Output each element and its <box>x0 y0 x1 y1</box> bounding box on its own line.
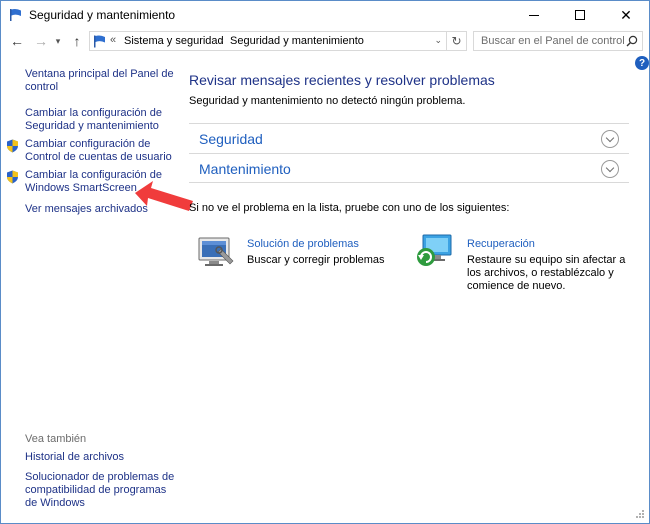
navigation-bar: ← → ▾ ↑ « Sistema y seguridad › Segurida… <box>1 29 649 53</box>
search-placeholder[interactable]: Buscar en el Panel de control <box>481 35 625 47</box>
breadcrumb-security-maintenance[interactable]: Seguridad y mantenimiento <box>230 35 364 47</box>
control-panel-window: Seguridad y mantenimiento ✕ ← → ▾ ↑ « Si… <box>0 0 650 524</box>
section-security[interactable]: Seguridad <box>189 123 629 153</box>
page-title: Revisar mensajes recientes y resolver pr… <box>189 72 495 88</box>
chevron-down-icon[interactable] <box>601 160 619 178</box>
search-icon[interactable] <box>626 35 638 47</box>
link-recovery[interactable]: Recuperación <box>467 238 535 250</box>
link-troubleshooting[interactable]: Solución de problemas <box>247 238 359 250</box>
link-control-panel-home[interactable]: Ventana principal del Panel de control <box>25 68 175 94</box>
recovery-description: Restaure su equipo sin afectar a los arc… <box>467 254 626 292</box>
address-history-chevron-icon[interactable]: ⌄ <box>434 35 442 46</box>
arrow-up-icon: ↑ <box>73 33 81 49</box>
link-change-security-settings[interactable]: Cambiar la configuración de Seguridad y … <box>25 107 175 133</box>
flag-icon <box>10 8 21 21</box>
maximize-button[interactable] <box>557 1 603 29</box>
resize-grip-icon[interactable] <box>635 509 645 519</box>
minimize-icon <box>529 14 539 16</box>
troubleshooting-icon[interactable] <box>197 235 237 271</box>
uac-shield-icon <box>7 170 18 184</box>
breadcrumb-system-security[interactable]: Sistema y seguridad <box>124 35 224 47</box>
link-file-history[interactable]: Historial de archivos <box>25 451 124 464</box>
section-security-label[interactable]: Seguridad <box>199 131 263 147</box>
close-button[interactable]: ✕ <box>603 1 649 29</box>
red-arrow-icon <box>135 181 193 211</box>
refresh-icon: ↻ <box>451 34 462 48</box>
recent-locations-button[interactable]: ▾ <box>51 31 65 51</box>
address-overflow[interactable]: « <box>110 34 116 46</box>
forward-button[interactable]: → <box>31 31 51 51</box>
troubleshooting-description: Buscar y corregir problemas <box>247 254 385 266</box>
sidebar: Ventana principal del Panel de control C… <box>1 57 181 524</box>
chevron-down-icon: ▾ <box>55 35 61 46</box>
help-button[interactable]: ? <box>635 56 649 70</box>
arrow-left-icon: ← <box>10 33 24 49</box>
minimize-button[interactable] <box>511 1 557 29</box>
close-icon: ✕ <box>620 6 632 23</box>
suggestion-text: Si no ve el problema en la lista, pruebe… <box>189 202 510 214</box>
recovery-icon[interactable] <box>415 233 455 269</box>
chevron-right-icon[interactable]: › <box>220 35 223 45</box>
arrow-right-icon: → <box>34 33 48 49</box>
see-also-heading: Vea también <box>25 433 87 445</box>
uac-shield-icon <box>7 139 18 153</box>
window-title: Seguridad y mantenimiento <box>29 8 176 22</box>
section-maintenance[interactable]: Mantenimiento <box>189 153 629 183</box>
back-button[interactable]: ← <box>7 31 27 51</box>
status-message: Seguridad y mantenimiento no detectó nin… <box>189 95 466 107</box>
maximize-icon <box>575 10 585 20</box>
link-change-uac-settings[interactable]: Cambiar configuración de Control de cuen… <box>25 138 175 164</box>
up-button[interactable]: ↑ <box>67 31 87 51</box>
flag-icon <box>94 35 105 48</box>
refresh-button[interactable]: ↻ <box>447 31 467 51</box>
section-maintenance-label[interactable]: Mantenimiento <box>199 161 291 177</box>
link-program-compatibility-troubleshooter[interactable]: Solucionador de problemas de compatibili… <box>25 471 175 510</box>
chevron-down-icon[interactable] <box>601 130 619 148</box>
title-bar: Seguridad y mantenimiento ✕ <box>1 1 649 29</box>
search-box[interactable]: Buscar en el Panel de control <box>473 31 643 51</box>
address-bar[interactable]: « Sistema y seguridad › Seguridad y mant… <box>89 31 447 51</box>
